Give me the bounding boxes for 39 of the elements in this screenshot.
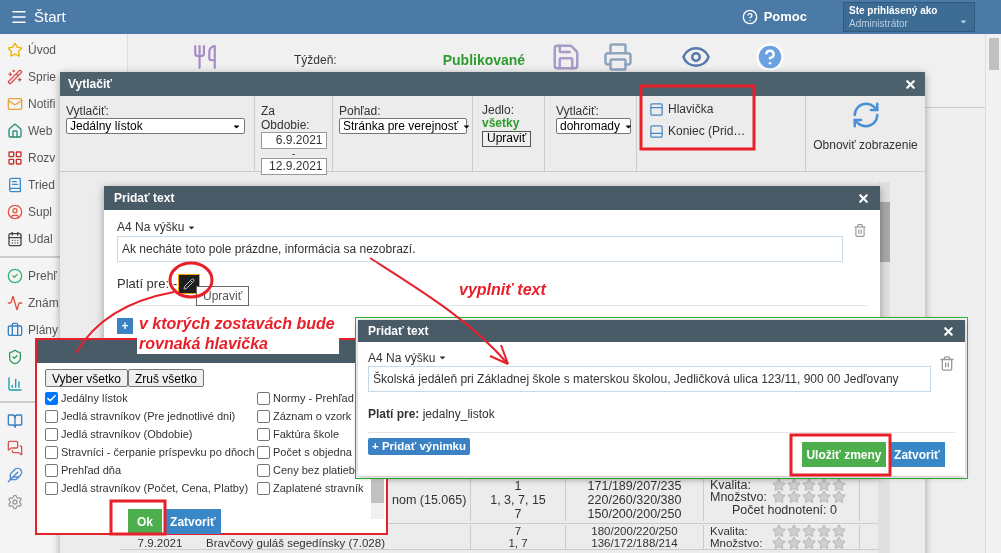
week-label: Týždeň:	[294, 53, 337, 67]
view-label: Pohľad:	[339, 104, 382, 118]
rating-count: Počet hodnotení: 0	[732, 503, 837, 517]
date-separator: -	[291, 149, 296, 158]
meal-label: Jedlo:	[482, 104, 516, 117]
annotation-note: v ktorých zostavách bude rovnaká hlavička	[137, 314, 339, 354]
portion-cell: 180/200/220/250	[591, 525, 678, 537]
tooltip: Upraviť	[196, 286, 250, 306]
count-cell: 1, 7	[508, 537, 528, 549]
dish-name: nom (15.065)	[392, 493, 468, 507]
portion-cell: 220/260/320/380	[587, 493, 682, 507]
user-label: Ste prihlásený ako	[849, 4, 939, 17]
user-name: Administrátor	[849, 17, 908, 30]
mode-label: Vytlačiť:	[556, 104, 600, 118]
count-cell: 7	[514, 525, 522, 537]
count-cell: 1, 3, 7, 15	[490, 493, 546, 507]
period-label: Za Obdobie:	[261, 104, 311, 132]
rating-label: Množstvo:	[710, 490, 768, 504]
rating-label: Množstvo:	[710, 537, 764, 549]
portion-cell: 150/200/200/250	[587, 507, 682, 521]
portion-cell: 171/189/207/235	[587, 479, 682, 493]
publish-status: Publikované	[442, 52, 526, 68]
date-cell: 7.9.2021	[137, 537, 183, 549]
portion-cell: 136/172/188/214	[591, 537, 678, 549]
count-cell: 1	[514, 479, 522, 493]
rating-label: Kvalita:	[710, 478, 752, 492]
rating-label: Kvalita:	[710, 525, 749, 537]
dialog-title: Pridať text	[368, 323, 429, 340]
applies-text: Platí pre: jedalny_listok	[367, 406, 496, 423]
meal-value: všetky	[482, 117, 521, 129]
count-cell: 7	[514, 507, 522, 521]
applies-value: -	[173, 275, 178, 294]
print-label: Vytlačiť:	[66, 104, 110, 118]
page-title: Štart	[34, 6, 66, 27]
annotation-note: vyplniť text	[459, 280, 546, 300]
applies-label: Platí pre:	[117, 275, 170, 294]
dialog-title: Vytlačiť	[68, 76, 112, 93]
dish-name: Bravčový guláš segedínsky (7.028)	[206, 537, 386, 549]
dialog-title: Pridať text	[114, 190, 175, 207]
